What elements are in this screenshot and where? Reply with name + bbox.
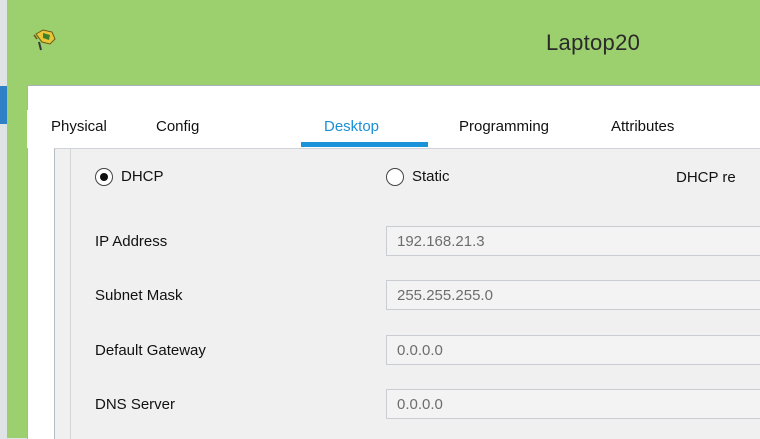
dns-server-label: DNS Server <box>95 396 176 413</box>
default-gateway-row: Default Gateway <box>55 335 760 365</box>
tab-config[interactable]: Config <box>156 118 199 135</box>
tab-physical[interactable]: Physical <box>51 118 107 135</box>
window-title: Laptop20 <box>546 30 641 55</box>
subnet-mask-label: Subnet Mask <box>95 287 183 304</box>
tab-programming[interactable]: Programming <box>459 118 549 135</box>
subnet-mask-input[interactable] <box>386 280 760 310</box>
static-radio[interactable] <box>386 168 404 187</box>
default-gateway-label: Default Gateway <box>95 342 206 359</box>
ip-configuration-panel: DHCP Static DHCP re IP Address Subnet Ma… <box>54 148 760 439</box>
tab-attributes[interactable]: Attributes <box>611 118 674 135</box>
ip-address-row: IP Address <box>55 226 760 256</box>
taskbar-accent <box>0 86 7 124</box>
dhcp-radio[interactable] <box>95 168 113 187</box>
dhcp-status-text: DHCP re <box>676 169 736 186</box>
dns-server-row: DNS Server <box>55 389 760 419</box>
dhcp-option[interactable]: DHCP <box>95 168 164 187</box>
dns-server-input[interactable] <box>386 389 760 419</box>
active-tab-indicator <box>301 142 428 147</box>
default-gateway-input[interactable] <box>386 335 760 365</box>
ip-address-input[interactable] <box>386 226 760 256</box>
tab-bar: Physical Config Desktop Programming Attr… <box>27 110 760 148</box>
static-option[interactable]: Static <box>386 168 450 187</box>
tab-desktop[interactable]: Desktop <box>324 118 379 135</box>
subnet-mask-row: Subnet Mask <box>55 280 760 310</box>
laptop-app-icon <box>33 29 56 51</box>
dhcp-label: DHCP <box>121 168 164 185</box>
static-label: Static <box>412 168 450 185</box>
ip-address-label: IP Address <box>95 233 168 250</box>
